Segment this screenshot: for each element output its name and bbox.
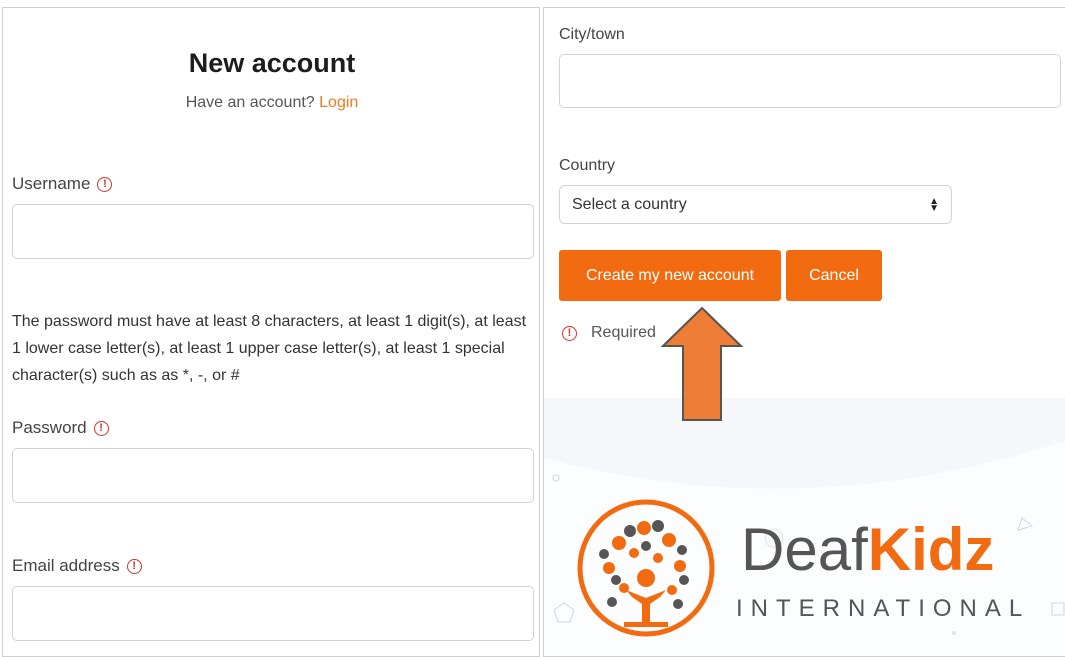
brand-name-part1: Deaf <box>741 516 868 583</box>
username-input[interactable] <box>12 204 534 259</box>
country-label: Country <box>559 157 616 174</box>
brand-name-part2: Kidz <box>867 516 995 583</box>
exclamation-circle-icon: ! <box>562 325 577 341</box>
username-label-text: Username <box>12 174 91 193</box>
email-input[interactable] <box>12 586 534 641</box>
deafkidz-logo-icon <box>577 499 715 637</box>
country-selected-value: Select a country <box>572 195 687 213</box>
email-label-text: Email address <box>12 556 120 575</box>
signup-form-right-panel: City/town Country Select a country ▲ ▼ Cr… <box>543 7 1065 657</box>
email-label: Email address ! <box>12 556 142 576</box>
required-icon: ! <box>97 176 113 192</box>
cancel-button[interactable]: Cancel <box>786 250 882 301</box>
have-account-text: Have an account? <box>185 94 315 111</box>
password-requirements-text: The password must have at least 8 charac… <box>12 313 527 384</box>
password-label-text: Password <box>12 418 87 437</box>
select-arrows-icon: ▲ ▼ <box>929 195 939 214</box>
have-account-line: Have an account? Login <box>3 94 541 112</box>
country-select[interactable]: Select a country ▲ ▼ <box>559 185 952 224</box>
required-note: ! Required <box>562 324 656 342</box>
brand-subtitle: INTERNATIONAL <box>736 595 1031 622</box>
required-icon: ! <box>126 558 142 574</box>
page-title: New account <box>188 48 356 78</box>
city-input[interactable] <box>559 54 1061 108</box>
signup-form-left-panel: New account Have an account? Login Usern… <box>2 7 540 657</box>
required-note-text: Required <box>591 324 656 341</box>
password-input[interactable] <box>12 448 534 503</box>
create-account-button[interactable]: Create my new account <box>559 250 781 301</box>
brand-name: DeafKidz <box>741 520 994 580</box>
required-icon: ! <box>93 420 109 436</box>
password-label: Password ! <box>12 418 109 438</box>
city-label: City/town <box>559 26 625 43</box>
up-arrow-icon <box>661 306 743 421</box>
login-link[interactable]: Login <box>319 94 358 111</box>
username-label: Username ! <box>12 174 113 194</box>
